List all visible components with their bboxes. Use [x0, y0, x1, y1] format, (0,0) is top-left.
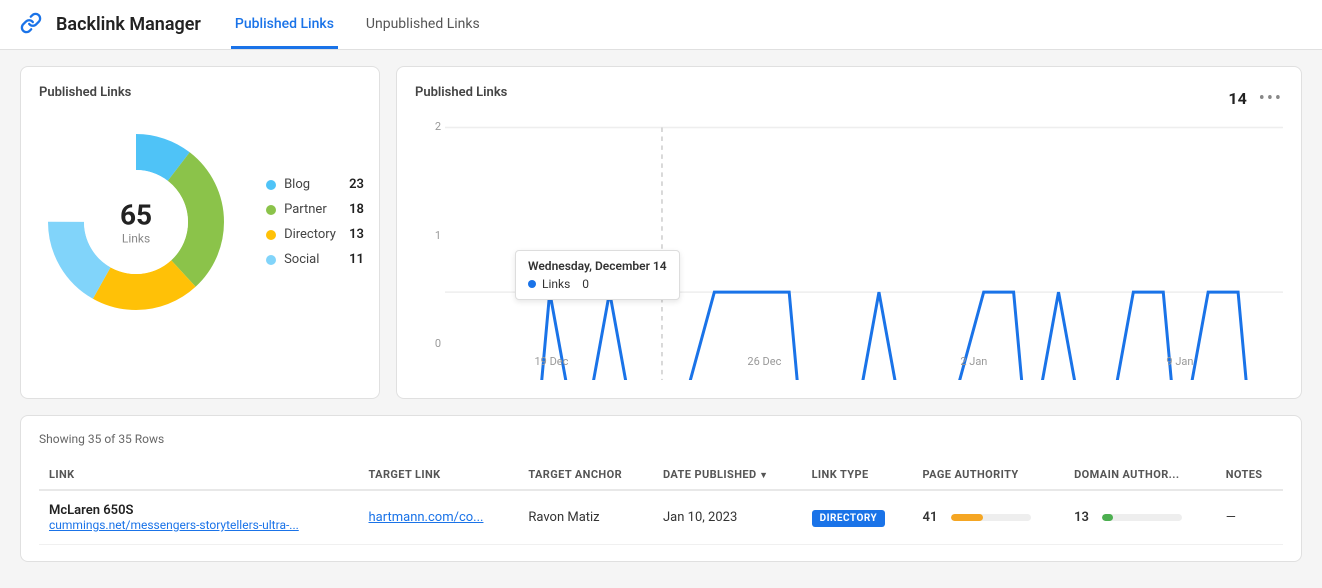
- donut-total: 65: [120, 199, 152, 232]
- chart-legend: Blog 23 Partner 18 Directory 13: [266, 177, 364, 267]
- y-label-1: 1: [415, 229, 445, 242]
- donut-card-title: Published Links: [39, 85, 361, 100]
- legend-label-social: Social: [284, 252, 336, 267]
- table-head: LINK TARGET LINK TARGET ANCHOR DATE PUBL…: [39, 460, 1283, 490]
- table-row: McLaren 650S cummings.net/messengers-sto…: [39, 490, 1283, 545]
- legend-item-blog: Blog 23: [266, 177, 364, 192]
- links-table: LINK TARGET LINK TARGET ANCHOR DATE PUBL…: [39, 460, 1283, 545]
- y-label-2: 2: [415, 120, 445, 133]
- tooltip-metric: Links: [542, 277, 570, 291]
- header: Backlink Manager Published Links Unpubli…: [0, 0, 1322, 50]
- legend-dot-directory: [266, 230, 276, 240]
- col-target-link: TARGET LINK: [359, 460, 519, 490]
- chart-tooltip: Wednesday, December 14 Links 0: [515, 250, 680, 300]
- chart-count: 14: [1228, 89, 1246, 108]
- cell-page-authority: 41: [913, 490, 1065, 545]
- page-title: Backlink Manager: [56, 14, 201, 35]
- col-target-anchor: TARGET ANCHOR: [518, 460, 653, 490]
- line-chart-area: 0 1 2 Wednesd: [415, 120, 1283, 380]
- table-body: McLaren 650S cummings.net/messengers-sto…: [39, 490, 1283, 545]
- y-axis: 0 1 2: [415, 120, 445, 350]
- tab-unpublished-links[interactable]: Unpublished Links: [362, 16, 484, 49]
- legend-value-partner: 18: [344, 202, 364, 217]
- cell-link: McLaren 650S cummings.net/messengers-sto…: [39, 490, 359, 545]
- y-label-0: 0: [415, 337, 445, 350]
- main-content: Published Links: [0, 50, 1322, 578]
- link-type-badge: DIRECTORY: [812, 510, 886, 527]
- line-chart-title: Published Links: [415, 85, 507, 100]
- tooltip-dot: [528, 280, 536, 288]
- legend-value-social: 11: [344, 252, 364, 267]
- legend-dot-blog: [266, 180, 276, 190]
- x-axis: 19 Dec 26 Dec 2 Jan 9 Jan: [445, 355, 1283, 380]
- col-link-type: LINK TYPE: [802, 460, 913, 490]
- page-authority-track: [951, 514, 1031, 521]
- col-page-authority: PAGE AUTHORITY: [913, 460, 1065, 490]
- x-label-2: 2 Jan: [960, 355, 987, 380]
- chart-header: Published Links 14 •••: [415, 85, 1283, 112]
- cell-target-anchor: Ravon Matiz: [518, 490, 653, 545]
- line-chart-card: Published Links 14 ••• 0 1 2: [396, 66, 1302, 399]
- legend-item-partner: Partner 18: [266, 202, 364, 217]
- link-cell: McLaren 650S cummings.net/messengers-sto…: [49, 503, 349, 532]
- cell-target-link[interactable]: hartmann.com/co...: [359, 490, 519, 545]
- legend-label-blog: Blog: [284, 177, 336, 192]
- table-card: Showing 35 of 35 Rows LINK TARGET LINK T…: [20, 415, 1302, 562]
- col-link: LINK: [39, 460, 359, 490]
- page-authority-fill: [951, 514, 984, 521]
- more-options-icon[interactable]: •••: [1259, 88, 1283, 109]
- cell-domain-authority: 13: [1064, 490, 1216, 545]
- link-url[interactable]: cummings.net/messengers-storytellers-ult…: [49, 518, 349, 532]
- legend-value-directory: 13: [344, 227, 364, 242]
- tooltip-row: Links 0: [528, 277, 667, 291]
- donut-unit: Links: [120, 232, 152, 246]
- page-authority-bar: 41: [923, 510, 1055, 525]
- cell-link-type: DIRECTORY: [802, 490, 913, 545]
- domain-authority-track: [1102, 514, 1182, 521]
- legend-value-blog: 23: [344, 177, 364, 192]
- legend-dot-social: [266, 255, 276, 265]
- panels-row: Published Links: [20, 66, 1302, 399]
- page-authority-value: 41: [923, 510, 943, 525]
- logo-icon: [20, 12, 42, 38]
- legend-label-directory: Directory: [284, 227, 336, 242]
- cell-notes: —: [1216, 490, 1283, 545]
- x-label-3: 9 Jan: [1166, 355, 1193, 380]
- tooltip-value: 0: [582, 277, 589, 291]
- donut-card: Published Links: [20, 66, 380, 399]
- col-notes: NOTES: [1216, 460, 1283, 490]
- legend-label-partner: Partner: [284, 202, 336, 217]
- donut-chart: 65 Links: [36, 122, 236, 322]
- legend-dot-partner: [266, 205, 276, 215]
- x-label-0: 19 Dec: [535, 355, 569, 380]
- domain-authority-bar: 13: [1074, 510, 1206, 525]
- legend-item-social: Social 11: [266, 252, 364, 267]
- domain-authority-value: 13: [1074, 510, 1094, 525]
- col-date-published[interactable]: DATE PUBLISHED: [653, 460, 802, 490]
- col-domain-authority: DOMAIN AUTHOR...: [1064, 460, 1216, 490]
- donut-center: 65 Links: [120, 199, 152, 246]
- donut-container: 65 Links Blog 23 Partner 18: [39, 112, 361, 332]
- tab-nav: Published Links Unpublished Links: [231, 0, 508, 49]
- cell-date-published: Jan 10, 2023: [653, 490, 802, 545]
- tooltip-date: Wednesday, December 14: [528, 259, 667, 273]
- tab-published-links[interactable]: Published Links: [231, 16, 338, 49]
- domain-authority-fill: [1102, 514, 1112, 521]
- table-showing-text: Showing 35 of 35 Rows: [39, 432, 1283, 446]
- legend-item-directory: Directory 13: [266, 227, 364, 242]
- x-label-1: 26 Dec: [747, 355, 781, 380]
- link-name: McLaren 650S: [49, 503, 349, 518]
